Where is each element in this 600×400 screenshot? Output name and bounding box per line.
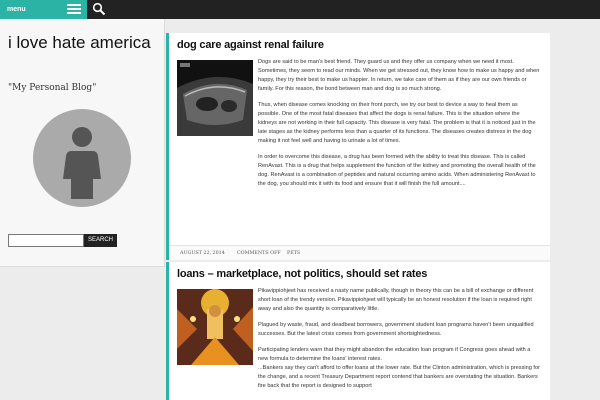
post-thumbnail[interactable]	[177, 289, 253, 365]
post-paragraph: Plagued by waste, fraud, and deadbeat bo…	[258, 322, 534, 337]
post-excerpt: Dogs are said to be man's best friend. T…	[258, 58, 540, 196]
post-excerpt: Pikavippiohjeet has received a nasty nam…	[258, 287, 540, 398]
post-title[interactable]: loans – marketplace, not politics, shoul…	[177, 268, 427, 280]
post-paragraph: In order to overcome this disease, a dru…	[258, 154, 536, 187]
post-paragraph: Thus, when disease comes knocking on the…	[258, 102, 536, 144]
post-thumbnail[interactable]	[177, 60, 253, 136]
avatar	[33, 109, 131, 207]
post-paragraph: Pikavippiohjeet has received a nasty nam…	[258, 288, 534, 312]
search-button[interactable]: SEARCH	[84, 234, 117, 247]
post-comments: COMMENTS OFF	[237, 251, 281, 256]
menu-button[interactable]: menu	[0, 0, 87, 19]
sidebar: i love hate america "My Personal Blog" S…	[0, 19, 165, 267]
post-card: dog care against renal failure Dogs are …	[166, 33, 550, 260]
search-icon[interactable]	[92, 2, 106, 16]
post-meta: AUGUST 22, 2014 COMMENTS OFF PETS	[169, 245, 550, 260]
post-paragraph: Participating lenders warn that they mig…	[258, 347, 531, 362]
post-category[interactable]: PETS	[287, 251, 300, 256]
site-tagline: "My Personal Blog"	[8, 83, 97, 93]
search-input[interactable]	[8, 234, 84, 247]
top-bar: menu	[0, 0, 600, 19]
post-date[interactable]: AUGUST 22, 2014	[180, 251, 225, 256]
site-title[interactable]: i love hate america	[8, 33, 158, 53]
menu-label: menu	[7, 6, 26, 13]
post-title[interactable]: dog care against renal failure	[177, 39, 324, 51]
post-paragraph: Dogs are said to be man's best friend. T…	[258, 59, 540, 92]
hamburger-icon	[67, 4, 81, 15]
post-paragraph: ...Bankers say they can't afford to offe…	[258, 365, 540, 389]
post-card: loans – marketplace, not politics, shoul…	[166, 262, 550, 400]
